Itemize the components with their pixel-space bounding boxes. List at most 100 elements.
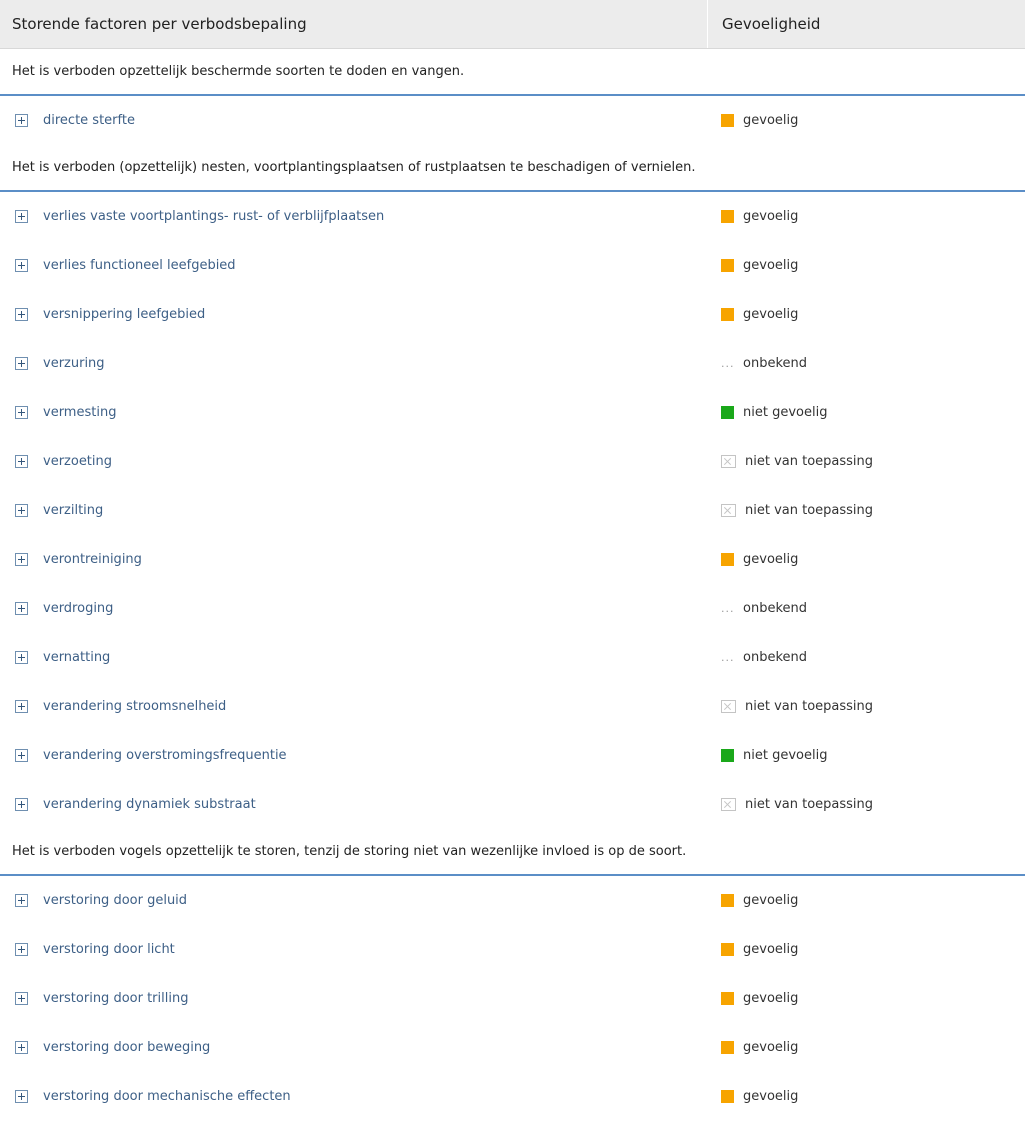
crossed-box-icon bbox=[721, 504, 736, 517]
sensitivity-label: gevoelig bbox=[743, 552, 799, 567]
table-row: verdroging... onbekend bbox=[0, 584, 1025, 633]
sensitivity-cell: gevoelig bbox=[707, 113, 798, 128]
sensitivity-cell: gevoelig bbox=[707, 1040, 798, 1055]
table-header: Storende factoren per verbodsbepaling Ge… bbox=[0, 0, 1025, 49]
sensitivity-label: gevoelig bbox=[743, 893, 799, 908]
expand-plus-icon[interactable] bbox=[15, 602, 28, 615]
factor-label[interactable]: verzilting bbox=[43, 503, 103, 518]
sensitivity-cell: gevoelig bbox=[707, 209, 798, 224]
sensitivity-cell: ... onbekend bbox=[707, 356, 807, 371]
factor-label[interactable]: verandering overstromingsfrequentie bbox=[43, 748, 287, 763]
factor-label[interactable]: verstoring door beweging bbox=[43, 1040, 210, 1055]
factor-label[interactable]: versnippering leefgebied bbox=[43, 307, 205, 322]
crossed-box-icon bbox=[721, 798, 736, 811]
expand-plus-icon[interactable] bbox=[15, 357, 28, 370]
factor-cell: verandering stroomsnelheid bbox=[0, 699, 707, 714]
sensitivity-label: niet van toepassing bbox=[745, 454, 874, 469]
expand-plus-icon[interactable] bbox=[15, 651, 28, 664]
sensitivity-cell: ... onbekend bbox=[707, 650, 807, 665]
factor-label[interactable]: verstoring door trilling bbox=[43, 991, 188, 1006]
sensitivity-cell: gevoelig bbox=[707, 552, 798, 567]
sensitivity-cell: gevoelig bbox=[707, 893, 798, 908]
factor-label[interactable]: vermesting bbox=[43, 405, 116, 420]
factor-label[interactable]: verdroging bbox=[43, 601, 113, 616]
sensitivity-label: gevoelig bbox=[743, 942, 799, 957]
factor-label[interactable]: verlies vaste voortplantings- rust- of v… bbox=[43, 209, 384, 224]
ellipsis-icon: ... bbox=[721, 357, 735, 370]
sensitivity-label: gevoelig bbox=[743, 1089, 799, 1104]
table-row: versnippering leefgebied gevoelig bbox=[0, 290, 1025, 339]
factor-label[interactable]: verandering stroomsnelheid bbox=[43, 699, 226, 714]
sensitivity-cell: niet van toepassing bbox=[707, 503, 873, 518]
table-row: verzilting niet van toepassing bbox=[0, 486, 1025, 535]
sensitivity-label: niet van toepassing bbox=[745, 503, 874, 518]
table-row: verstoring door mechanische effecten gevo… bbox=[0, 1072, 1025, 1121]
sensitivity-cell: gevoelig bbox=[707, 307, 798, 322]
expand-plus-icon[interactable] bbox=[15, 504, 28, 517]
factor-cell: directe sterfte bbox=[0, 113, 707, 128]
sensitivity-label: gevoelig bbox=[743, 113, 799, 128]
factor-cell: verstoring door beweging bbox=[0, 1040, 707, 1055]
expand-plus-icon[interactable] bbox=[15, 1090, 28, 1103]
expand-plus-icon[interactable] bbox=[15, 553, 28, 566]
factor-label[interactable]: vernatting bbox=[43, 650, 110, 665]
sensitivity-label: niet van toepassing bbox=[745, 699, 874, 714]
factor-label[interactable]: verstoring door mechanische effecten bbox=[43, 1089, 291, 1104]
crossed-box-icon bbox=[721, 700, 736, 713]
sensitivity-label: onbekend bbox=[743, 356, 807, 371]
table-row: verandering stroomsnelheid niet van toepa… bbox=[0, 682, 1025, 731]
expand-plus-icon[interactable] bbox=[15, 894, 28, 907]
factor-cell: verandering overstromingsfrequentie bbox=[0, 748, 707, 763]
table-row: vernatting ... onbekend bbox=[0, 633, 1025, 682]
table-row: verzuring... onbekend bbox=[0, 339, 1025, 388]
sensitivity-label: gevoelig bbox=[743, 209, 799, 224]
expand-plus-icon[interactable] bbox=[15, 943, 28, 956]
green-square-icon bbox=[721, 749, 734, 762]
factor-label[interactable]: verlies functioneel leefgebied bbox=[43, 258, 236, 273]
factor-cell: verdroging bbox=[0, 601, 707, 616]
table-row: verandering dynamiek substraat niet van t… bbox=[0, 780, 1025, 829]
orange-square-icon bbox=[721, 992, 734, 1005]
factor-label[interactable]: verstoring door licht bbox=[43, 942, 175, 957]
expand-plus-icon[interactable] bbox=[15, 749, 28, 762]
table-body: Het is verboden opzettelijk beschermde s… bbox=[0, 49, 1025, 1121]
expand-plus-icon[interactable] bbox=[15, 992, 28, 1005]
sensitivity-label: gevoelig bbox=[743, 258, 799, 273]
section-heading: Het is verboden (opzettelijk) nesten, vo… bbox=[0, 145, 1025, 192]
expand-plus-icon[interactable] bbox=[15, 259, 28, 272]
table-row: verlies vaste voortplantings- rust- of v… bbox=[0, 192, 1025, 241]
sensitivity-cell: niet van toepassing bbox=[707, 699, 873, 714]
sensitivity-label: niet van toepassing bbox=[745, 797, 874, 812]
expand-plus-icon[interactable] bbox=[15, 1041, 28, 1054]
factor-cell: verzoeting bbox=[0, 454, 707, 469]
factor-cell: verzilting bbox=[0, 503, 707, 518]
ellipsis-icon: ... bbox=[721, 602, 735, 615]
factor-cell: verstoring door mechanische effecten bbox=[0, 1089, 707, 1104]
factor-cell: verontreiniging bbox=[0, 552, 707, 567]
expand-plus-icon[interactable] bbox=[15, 210, 28, 223]
factor-label[interactable]: directe sterfte bbox=[43, 113, 135, 128]
expand-plus-icon[interactable] bbox=[15, 455, 28, 468]
factor-label[interactable]: verstoring door geluid bbox=[43, 893, 187, 908]
factor-cell: verstoring door licht bbox=[0, 942, 707, 957]
factor-label[interactable]: verandering dynamiek substraat bbox=[43, 797, 256, 812]
sensitivity-label: niet gevoelig bbox=[743, 405, 828, 420]
sensitivity-label: gevoelig bbox=[743, 991, 799, 1006]
orange-square-icon bbox=[721, 894, 734, 907]
table-row: verandering overstromingsfrequentie niet … bbox=[0, 731, 1025, 780]
expand-plus-icon[interactable] bbox=[15, 114, 28, 127]
expand-plus-icon[interactable] bbox=[15, 406, 28, 419]
expand-plus-icon[interactable] bbox=[15, 798, 28, 811]
orange-square-icon bbox=[721, 943, 734, 956]
sensitivity-cell: gevoelig bbox=[707, 942, 798, 957]
expand-plus-icon[interactable] bbox=[15, 700, 28, 713]
orange-square-icon bbox=[721, 553, 734, 566]
factor-label[interactable]: verzuring bbox=[43, 356, 105, 371]
table-row: verstoring door beweging gevoelig bbox=[0, 1023, 1025, 1072]
factor-label[interactable]: verzoeting bbox=[43, 454, 112, 469]
expand-plus-icon[interactable] bbox=[15, 308, 28, 321]
sensitivity-label: gevoelig bbox=[743, 1040, 799, 1055]
orange-square-icon bbox=[721, 308, 734, 321]
factor-cell: verstoring door trilling bbox=[0, 991, 707, 1006]
factor-label[interactable]: verontreiniging bbox=[43, 552, 142, 567]
